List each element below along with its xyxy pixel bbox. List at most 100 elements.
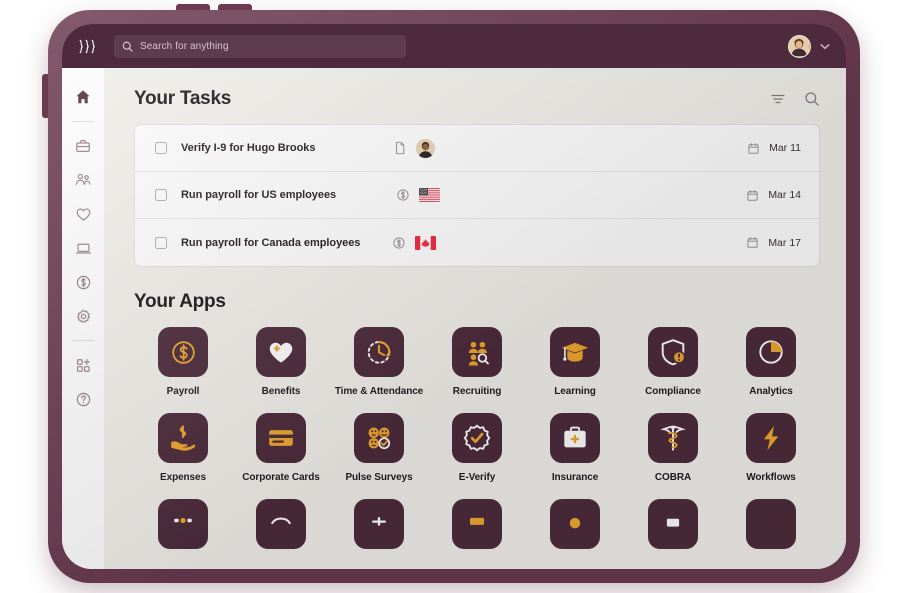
tablet-device-frame: Search for anything Your Tasks Verify I-… — [42, 4, 860, 583]
volume-up-button[interactable] — [176, 4, 210, 13]
app-tile-row3-4[interactable] — [428, 499, 526, 549]
sidebar-item-add-apps[interactable] — [62, 348, 104, 382]
filter-icon[interactable] — [770, 91, 786, 107]
partial-icon — [659, 510, 687, 538]
app-tile-payroll[interactable]: Payroll — [134, 327, 232, 397]
partial-icon — [169, 510, 197, 538]
sidebar-item-work[interactable] — [62, 129, 104, 163]
task-label: Verify I-9 for Hugo Brooks — [181, 142, 316, 154]
app-tile-insurance[interactable]: Insurance — [526, 413, 624, 483]
task-meta — [392, 235, 632, 250]
credit-card-icon — [266, 423, 296, 453]
app-label: COBRA — [654, 472, 692, 483]
caduceus-icon — [658, 423, 688, 453]
sidebar-item-benefits[interactable] — [62, 197, 104, 231]
table-row[interactable]: Verify I-9 for Hugo Brooks Mar 11 — [135, 125, 819, 172]
task-label: Run payroll for US employees — [181, 189, 337, 201]
volume-down-button[interactable] — [218, 4, 252, 13]
app-body: Your Tasks Verify I-9 for Hugo Brooks Ma… — [62, 68, 846, 569]
app-tile-row3-5[interactable] — [526, 499, 624, 549]
app-tile-analytics[interactable]: Analytics — [722, 327, 820, 397]
power-button[interactable] — [42, 74, 51, 118]
app-icon-container — [452, 327, 502, 377]
flag-us-icon — [419, 188, 441, 202]
app-tile-pulse-surveys[interactable]: Pulse Surveys — [330, 413, 428, 483]
tasks-section-actions — [770, 91, 820, 107]
app-tile-row3-2[interactable] — [232, 499, 330, 549]
heart-icon — [75, 206, 92, 223]
help-circle-icon — [75, 391, 92, 408]
app-tile-expenses[interactable]: Expenses — [134, 413, 232, 483]
app-tile-row3-3[interactable] — [330, 499, 428, 549]
dollar-circle-icon — [169, 338, 198, 367]
calendar-icon — [746, 189, 759, 202]
app-tile-learning[interactable]: Learning — [526, 327, 624, 397]
dollar-circle-icon — [392, 236, 406, 250]
task-checkbox[interactable] — [155, 189, 167, 201]
apps-section-header: Your Apps — [134, 291, 820, 313]
app-icon-container — [158, 413, 208, 463]
tasks-section-header: Your Tasks — [134, 88, 820, 110]
people-search-icon — [463, 338, 492, 367]
dollar-circle-icon — [396, 188, 410, 202]
sidebar-item-settings[interactable] — [62, 299, 104, 333]
app-tile-cobra[interactable]: COBRA — [624, 413, 722, 483]
app-tile-row3-7[interactable] — [722, 499, 820, 549]
task-due-date: Mar 11 — [747, 142, 801, 155]
app-label: Compliance — [645, 386, 701, 397]
sidebar-divider-bottom — [72, 340, 94, 341]
app-icon-container — [550, 413, 600, 463]
shield-alert-icon — [658, 337, 688, 367]
task-date-text: Mar 14 — [768, 189, 801, 201]
medical-kit-icon — [560, 423, 590, 453]
app-label: Payroll — [166, 386, 200, 397]
sidebar-item-people[interactable] — [62, 163, 104, 197]
rippling-wave-logo-icon[interactable] — [76, 39, 102, 54]
app-label: E-Verify — [458, 472, 496, 483]
app-icon-container — [648, 499, 698, 549]
partial-icon — [365, 510, 393, 538]
app-icon-container — [746, 499, 796, 549]
app-tile-time-attendance[interactable]: Time & Attendance — [330, 327, 428, 397]
app-icon-container — [354, 499, 404, 549]
avatar[interactable] — [788, 34, 811, 58]
app-tile-everify[interactable]: E-Verify — [428, 413, 526, 483]
app-tile-corporate-cards[interactable]: Corporate Cards — [232, 413, 330, 483]
person-avatar — [416, 138, 436, 158]
app-tile-compliance[interactable]: Compliance — [624, 327, 722, 397]
partial-icon — [267, 510, 295, 538]
calendar-icon — [746, 236, 759, 249]
apps-grid: Payroll Benefits Time & Attendance Recru… — [134, 327, 820, 549]
app-tile-benefits[interactable]: Benefits — [232, 327, 330, 397]
app-icon-container — [648, 327, 698, 377]
app-tile-row3-6[interactable] — [624, 499, 722, 549]
app-tile-workflows[interactable]: Workflows — [722, 413, 820, 483]
sidebar-item-home[interactable] — [62, 80, 104, 114]
app-tile-recruiting[interactable]: Recruiting — [428, 327, 526, 397]
search-icon[interactable] — [804, 91, 820, 107]
task-checkbox[interactable] — [155, 236, 167, 249]
sidebar-item-finance[interactable] — [62, 265, 104, 299]
app-tile-row3-1[interactable] — [134, 499, 232, 549]
tasks-card: Verify I-9 for Hugo Brooks Mar 11 Run pa… — [134, 124, 820, 267]
sidebar-item-devices[interactable] — [62, 231, 104, 265]
search-input[interactable]: Search for anything — [140, 41, 229, 52]
apps-section-title: Your Apps — [134, 291, 226, 312]
clock-icon — [364, 337, 394, 367]
task-meta — [396, 188, 636, 202]
app-label: Expenses — [160, 472, 206, 483]
chevron-down-icon[interactable] — [820, 43, 830, 50]
task-checkbox[interactable] — [155, 142, 167, 154]
app-label: Analytics — [749, 386, 793, 397]
table-row[interactable]: Run payroll for US employees Mar 14 — [135, 172, 819, 219]
home-icon — [75, 89, 91, 105]
table-row[interactable]: Run payroll for Canada employees Mar 17 — [135, 219, 819, 266]
gear-icon — [75, 308, 92, 325]
app-label: Learning — [554, 386, 596, 397]
topbar-account-area — [788, 34, 830, 58]
app-label: Pulse Surveys — [345, 472, 413, 483]
top-bar: Search for anything — [62, 24, 846, 68]
global-search-bar[interactable]: Search for anything — [114, 34, 406, 58]
sidebar-item-help[interactable] — [62, 382, 104, 416]
task-due-date: Mar 17 — [746, 236, 801, 249]
